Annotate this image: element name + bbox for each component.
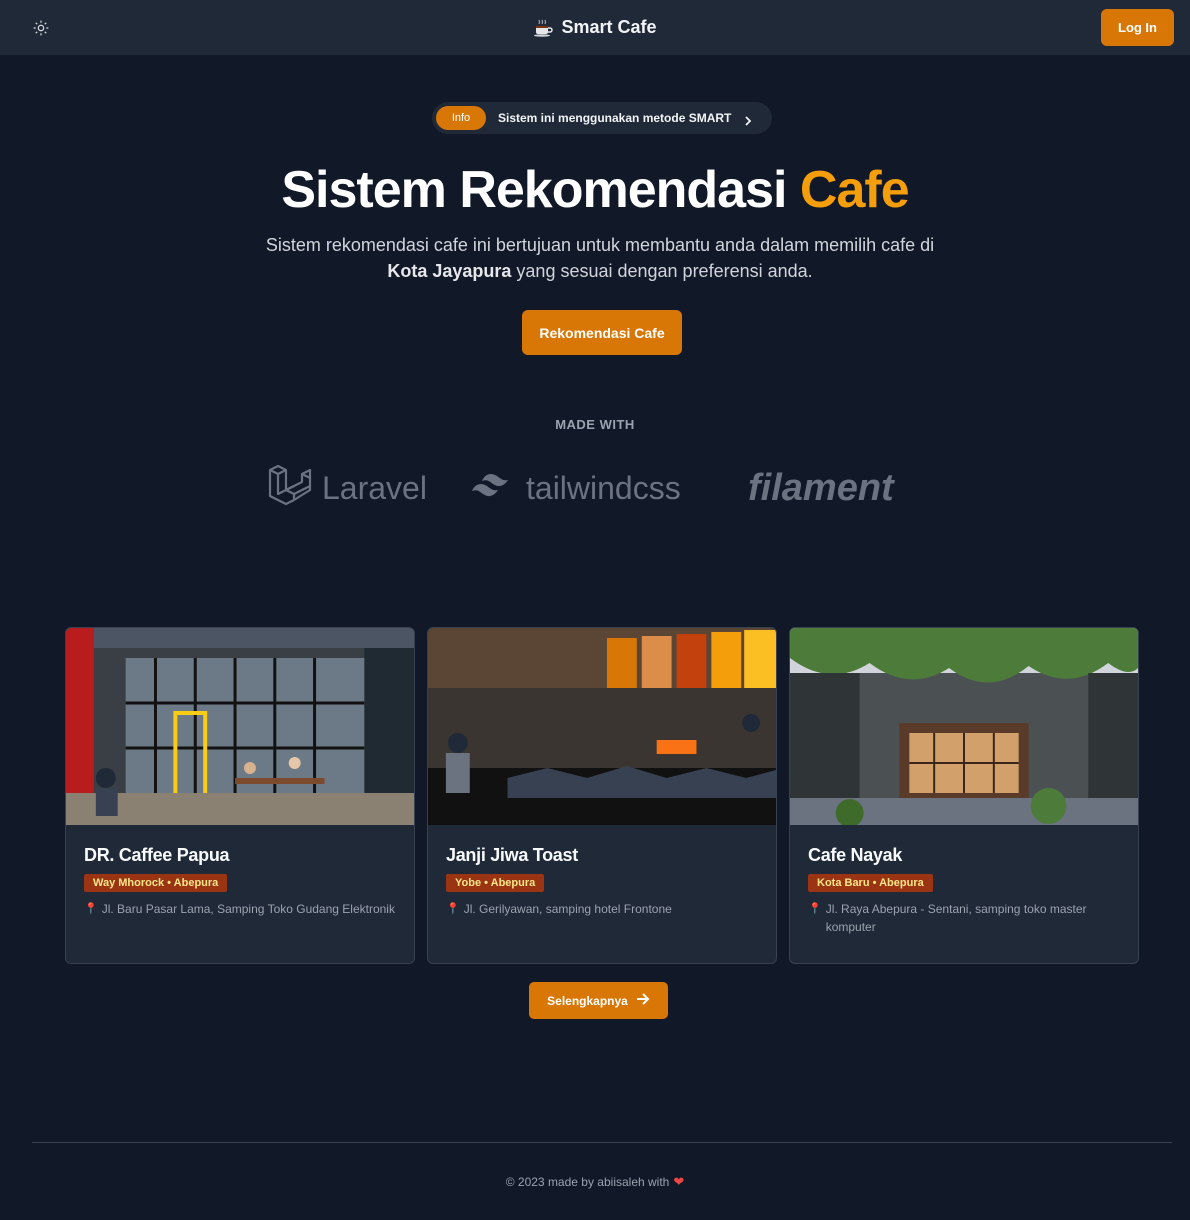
page-title: Sistem Rekomendasi Cafe <box>0 160 1190 220</box>
cafe-card[interactable]: DR. Caffee Papua Way Mhorock • Abepura 📍… <box>65 627 415 964</box>
recommend-button[interactable]: Rekomendasi Cafe <box>522 310 682 355</box>
made-with-label: MADE WITH <box>555 417 635 432</box>
hero-description: Sistem rekomendasi cafe ini bertujuan un… <box>250 232 950 284</box>
cafe-name: Cafe Nayak <box>808 845 903 865</box>
chevron-right-icon <box>743 113 753 126</box>
cafe-address: 📍 Jl. Raya Abepura - Sentani, samping to… <box>808 900 1120 936</box>
sun-icon[interactable] <box>30 17 52 39</box>
cafe-photo <box>66 628 414 825</box>
login-button[interactable]: Log In <box>1101 9 1174 46</box>
tailwind-logo: tailwindcss <box>470 460 681 516</box>
pin-icon: 📍 <box>808 903 822 915</box>
footer: © 2023 made by abiisaleh with ❤ <box>0 1174 1190 1190</box>
location-badge: Kota Baru • Abepura <box>808 874 933 892</box>
desc-part2: yang sesuai dengan preferensi anda. <box>516 261 813 281</box>
location-badge: Yobe • Abepura <box>446 874 545 892</box>
laravel-text: Laravel <box>322 469 427 506</box>
tailwind-icon <box>470 471 518 506</box>
laravel-icon <box>266 462 314 515</box>
info-badge: Info <box>436 106 486 130</box>
filament-logo: filament <box>748 460 894 516</box>
cafe-name: Janji Jiwa Toast <box>446 845 578 865</box>
location-badge: Way Mhorock • Abepura <box>84 874 228 892</box>
cafe-address: 📍 Jl. Baru Pasar Lama, Samping Toko Guda… <box>84 900 396 918</box>
info-banner[interactable]: Info Sistem ini menggunakan metode SMART <box>432 102 772 134</box>
cafe-photo <box>790 628 1138 825</box>
coffee-cup-icon <box>533 18 554 38</box>
cafe-name: DR. Caffee Papua <box>84 845 230 865</box>
address-text: Jl. Raya Abepura - Sentani, samping toko… <box>825 902 1087 934</box>
address-text: Jl. Baru Pasar Lama, Samping Toko Gudang… <box>101 902 395 916</box>
brand: Smart Cafe <box>0 0 1190 55</box>
info-text: Sistem ini menggunakan metode SMART <box>498 111 732 125</box>
desc-bold: Kota Jayapura <box>387 261 512 281</box>
laravel-logo: Laravel <box>266 460 427 516</box>
address-text: Jl. Gerilyawan, samping hotel Frontone <box>463 902 672 916</box>
brand-name: Smart Cafe <box>561 17 657 37</box>
arrow-right-icon <box>636 993 650 1008</box>
more-button[interactable]: Selengkapnya <box>529 982 668 1019</box>
heart-icon: ❤ <box>673 1174 685 1189</box>
more-label: Selengkapnya <box>547 993 628 1008</box>
cafe-card[interactable]: Cafe Nayak Kota Baru • Abepura 📍 Jl. Ray… <box>789 627 1139 964</box>
filament-text: filament <box>748 466 894 509</box>
desc-part1: Sistem rekomendasi cafe ini bertujuan un… <box>265 235 935 255</box>
tailwind-text: tailwindcss <box>526 469 681 506</box>
footer-text: © 2023 made by abiisaleh with <box>505 1175 670 1189</box>
title-accent: Cafe <box>799 161 910 219</box>
pin-icon: 📍 <box>446 903 460 915</box>
footer-divider <box>32 1142 1172 1143</box>
cafe-photo <box>428 628 776 825</box>
navbar: Smart Cafe Log In <box>0 0 1190 55</box>
cafe-card[interactable]: Janji Jiwa Toast Yobe • Abepura 📍 Jl. Ge… <box>427 627 777 964</box>
cafe-address: 📍 Jl. Gerilyawan, samping hotel Frontone <box>446 900 758 918</box>
pin-icon: 📍 <box>84 903 98 915</box>
title-main: Sistem Rekomendasi <box>281 161 787 219</box>
